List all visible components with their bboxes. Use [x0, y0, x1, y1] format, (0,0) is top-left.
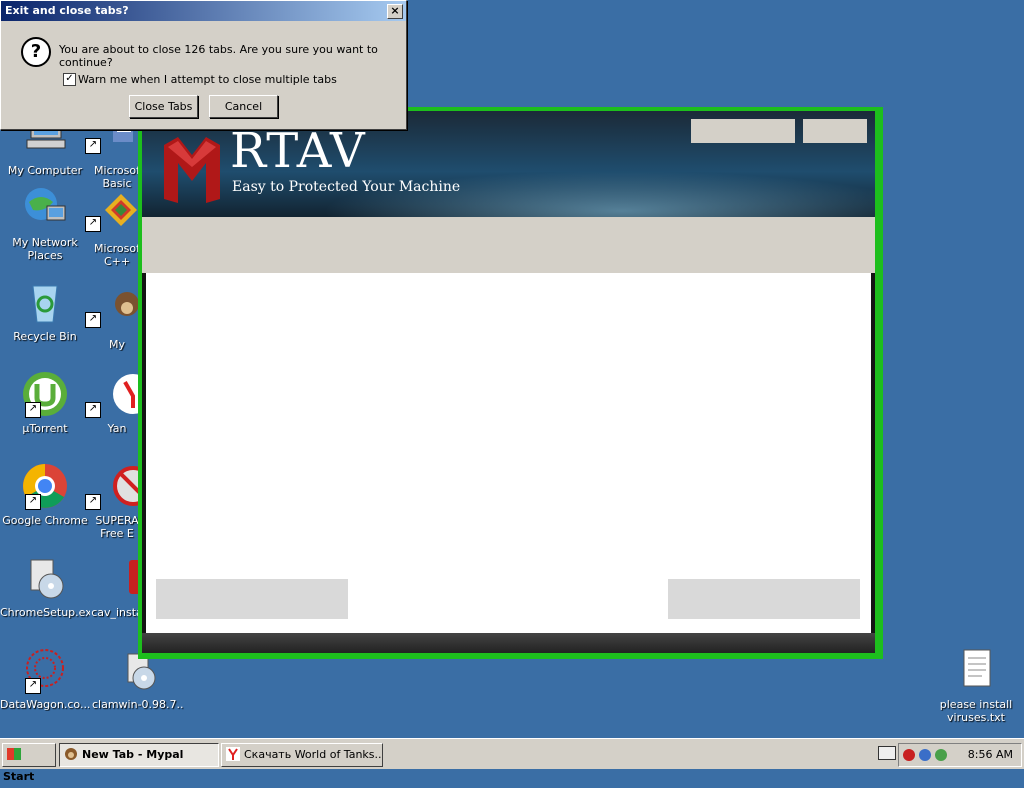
desktop-icon-label: clamwin-0.98.7... [92, 698, 184, 711]
shortcut-arrow-icon: ↗ [25, 678, 41, 694]
start-label: Start [3, 770, 35, 783]
windows-logo-icon [7, 748, 21, 760]
rtav-window: RTAV Easy to Protected Your Machine [138, 107, 883, 659]
desktop-icon-label: Places [27, 249, 63, 262]
desktop-icon-label: please install [939, 698, 1013, 711]
rtav-title: RTAV [230, 123, 366, 179]
rtav-content-area [146, 273, 871, 633]
installer-icon [21, 554, 69, 602]
dialog-message: You are about to close 126 tabs. Are you… [59, 43, 378, 69]
warn-checkbox-label[interactable]: Warn me when I attempt to close multiple… [78, 73, 337, 86]
taskbar-item-mypal[interactable]: New Tab - Mypal [59, 743, 219, 767]
close-icon[interactable]: × [387, 4, 403, 19]
desktop-icon-label: My Computer [7, 164, 83, 177]
desktop-icon-datawagon[interactable]: ↗ DataWagon.co... [0, 646, 90, 711]
keyboard-layout-icon[interactable] [878, 746, 896, 760]
desktop-icon-label: µTorrent [22, 422, 68, 435]
yandex-browser-icon [226, 747, 240, 761]
desktop-icon-label: viruses.txt [947, 711, 1005, 724]
shortcut-arrow-icon: ↗ [25, 494, 41, 510]
rtav-status-bar [142, 633, 875, 653]
desktop-icon-text-file[interactable]: please install viruses.txt [930, 646, 1022, 724]
warn-checkbox[interactable]: ✓ [63, 73, 76, 86]
desktop-icon-label: My Network [12, 236, 78, 249]
rtav-subtitle: Easy to Protected Your Machine [232, 179, 461, 195]
shortcut-arrow-icon: ↗ [85, 312, 101, 328]
rtav-right-button[interactable] [668, 579, 860, 619]
rtav-toolbar [142, 217, 875, 273]
taskbar: Start New Tab - Mypal Скачать World of T… [0, 738, 1024, 783]
network-places-icon [21, 184, 69, 232]
start-button[interactable]: Start [2, 743, 56, 783]
monkey-icon: ↗ [85, 286, 141, 334]
close-tabs-button[interactable]: Close Tabs [129, 95, 198, 118]
desktop-icon-label: DataWagon.co... [0, 698, 90, 711]
clock[interactable]: 8:56 AM [968, 744, 1013, 766]
rtav-top-button-2[interactable] [803, 119, 867, 143]
cav-installer-icon [93, 554, 149, 602]
dialog-title: Exit and close tabs? [5, 4, 129, 17]
taskbar-item-label: Скачать World of Tanks... [244, 748, 383, 761]
shortcut-arrow-icon: ↗ [85, 138, 101, 154]
taskbar-item-world-of-tanks[interactable]: Скачать World of Tanks... [221, 743, 383, 767]
mypal-icon [64, 747, 78, 761]
tray-volume-icon[interactable] [935, 749, 947, 761]
rtav-left-button[interactable] [156, 579, 348, 619]
desktop-icon-chromesetup[interactable]: ChromeSetup.exe [0, 554, 90, 619]
yandex-icon: ↗ [85, 370, 153, 418]
desktop-icon-label: Recycle Bin [13, 330, 77, 343]
datawagon-icon: ↗ [21, 646, 69, 694]
visual-cpp-icon: ↗ [85, 190, 141, 238]
desktop-icon-label: ChromeSetup.exe [0, 606, 90, 619]
shortcut-arrow-icon: ↗ [85, 216, 101, 232]
chrome-icon: ↗ [21, 462, 69, 510]
rtav-top-button-1[interactable] [691, 119, 795, 143]
tray-network-icon[interactable] [919, 749, 931, 761]
superantispyware-icon: ↗ [85, 462, 153, 510]
shortcut-arrow-icon: ↗ [25, 402, 41, 418]
tray-clamwin-icon[interactable] [903, 749, 915, 761]
text-file-icon [952, 646, 1000, 694]
shortcut-arrow-icon: ↗ [85, 494, 101, 510]
question-icon: ? [21, 37, 51, 67]
cancel-button[interactable]: Cancel [209, 95, 278, 118]
desktop-icon-google-chrome[interactable]: ↗ Google Chrome [0, 462, 90, 527]
taskbar-item-label: New Tab - Mypal [82, 748, 184, 761]
desktop-icon-utorrent[interactable]: ↗ µTorrent [0, 370, 90, 435]
rtav-window-body: RTAV Easy to Protected Your Machine [142, 111, 875, 653]
desktop-icon-recycle-bin[interactable]: Recycle Bin [0, 278, 90, 343]
recycle-bin-icon [21, 278, 69, 326]
shortcut-arrow-icon: ↗ [85, 402, 101, 418]
desktop-icon-label: Google Chrome [2, 514, 88, 527]
exit-close-tabs-dialog: Exit and close tabs? × ? You are about t… [0, 0, 407, 130]
system-tray: 8:56 AM [898, 743, 1022, 767]
desktop-icon-network-places[interactable]: My Network Places [0, 184, 90, 262]
utorrent-icon: ↗ [21, 370, 69, 418]
rtav-logo-icon [164, 137, 220, 203]
dialog-titlebar[interactable]: Exit and close tabs? × [1, 1, 406, 21]
